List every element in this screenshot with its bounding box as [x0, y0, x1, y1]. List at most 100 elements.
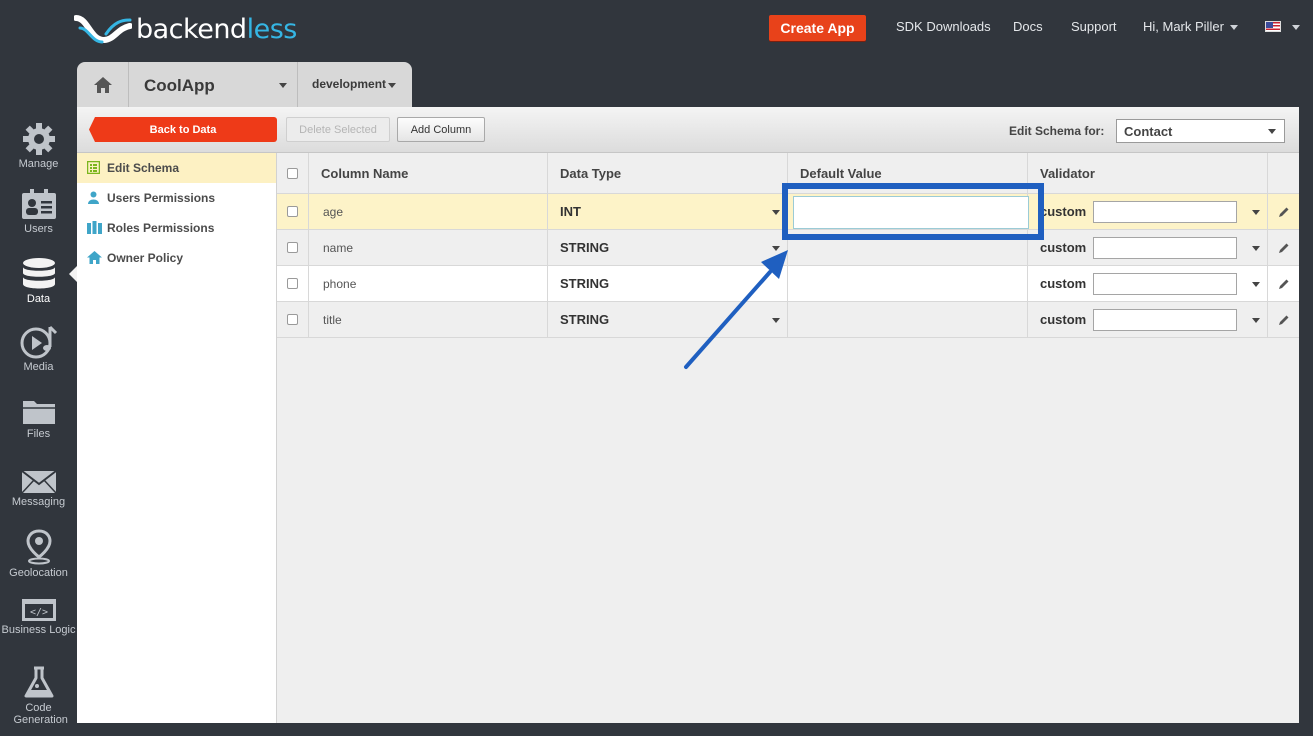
validator-input[interactable]	[1093, 201, 1237, 223]
validator-cell: custom	[1028, 194, 1268, 229]
rail-item-business-logic[interactable]: </> Business Logic	[0, 598, 77, 636]
table-row[interactable]: age INT custom	[277, 194, 1299, 230]
rail-item-messaging[interactable]: Messaging	[0, 470, 77, 508]
rail-label: Messaging	[11, 496, 66, 508]
tab-divider	[297, 62, 298, 107]
chevron-down-icon[interactable]	[1252, 282, 1260, 287]
pencil-icon[interactable]	[1278, 242, 1290, 254]
chevron-down-icon[interactable]	[1252, 318, 1260, 323]
data-type-value: STRING	[560, 240, 610, 255]
data-type-select[interactable]: STRING	[548, 266, 788, 301]
pencil-icon[interactable]	[1278, 278, 1290, 290]
folder-icon	[22, 401, 55, 424]
submenu-item-owner-policy[interactable]: Owner Policy	[77, 243, 276, 273]
select-all-checkbox[interactable]	[287, 167, 298, 179]
column-name-cell: age	[309, 194, 548, 229]
rail-item-geolocation[interactable]: Geolocation	[0, 529, 77, 579]
back-to-data-button[interactable]: Back to Data	[89, 117, 277, 142]
validator-type: custom	[1040, 240, 1087, 255]
row-checkbox[interactable]	[287, 314, 298, 325]
svg-text:</>: </>	[29, 607, 47, 618]
rail-item-users[interactable]: Users	[0, 189, 77, 235]
column-header-default[interactable]: Default Value	[788, 153, 1028, 193]
edit-schema-label: Edit Schema for:	[1009, 124, 1105, 138]
docs-link[interactable]: Docs	[1013, 19, 1043, 34]
table-row[interactable]: title STRING custom	[277, 302, 1299, 338]
row-checkbox[interactable]	[287, 206, 298, 217]
media-icon	[20, 325, 57, 359]
data-type-value: INT	[560, 204, 581, 219]
rail-item-data[interactable]: Data	[0, 257, 77, 305]
default-value-cell[interactable]	[788, 302, 1028, 337]
data-type-select[interactable]: STRING	[548, 302, 788, 337]
submenu-label: Users Permissions	[107, 191, 216, 205]
support-link[interactable]: Support	[1071, 19, 1117, 34]
delete-selected-button[interactable]: Delete Selected	[286, 117, 390, 142]
table-row[interactable]: phone STRING custom	[277, 266, 1299, 302]
submenu-item-roles-permissions[interactable]: Roles Permissions	[77, 213, 276, 243]
environment-selector[interactable]: development	[312, 77, 397, 91]
backendless-logo[interactable]: backendless	[74, 12, 297, 46]
validator-cell: custom	[1028, 266, 1268, 301]
data-type-select[interactable]: INT	[548, 194, 788, 229]
rail-item-code-generation[interactable]: Code Generation	[0, 666, 77, 726]
validator-cell: custom	[1028, 230, 1268, 265]
rail-item-files[interactable]: Files	[0, 398, 77, 440]
chevron-down-icon[interactable]	[279, 83, 287, 88]
column-name-cell: name	[309, 230, 548, 265]
edit-cell	[1268, 266, 1299, 301]
rail-item-manage[interactable]: Manage	[0, 122, 77, 170]
chevron-down-icon[interactable]	[1252, 210, 1260, 215]
user-menu[interactable]: Hi, Mark Piller	[1143, 19, 1238, 34]
app-name[interactable]: CoolApp	[144, 76, 215, 96]
wave-logo-icon	[74, 15, 132, 44]
submenu-item-edit-schema[interactable]: Edit Schema	[77, 153, 276, 183]
validator-type: custom	[1040, 312, 1087, 327]
create-app-button[interactable]: Create App	[769, 15, 866, 41]
validator-input[interactable]	[1093, 309, 1237, 331]
submenu-item-users-permissions[interactable]: Users Permissions	[77, 183, 276, 213]
home-tab[interactable]	[77, 62, 129, 107]
data-type-select[interactable]: STRING	[548, 230, 788, 265]
rail-label: Geolocation	[9, 567, 68, 579]
row-check-cell	[277, 230, 309, 265]
chevron-down-icon	[772, 318, 780, 323]
active-indicator	[69, 266, 77, 282]
flag-icon[interactable]	[1265, 21, 1281, 32]
validator-input[interactable]	[1093, 273, 1237, 295]
pencil-icon[interactable]	[1278, 314, 1290, 326]
column-header-type[interactable]: Data Type	[548, 153, 788, 193]
default-value-cell[interactable]	[788, 230, 1028, 265]
actions-header	[1268, 153, 1299, 193]
chevron-down-icon[interactable]	[1252, 246, 1260, 251]
validator-input[interactable]	[1093, 237, 1237, 259]
data-type-value: STRING	[560, 312, 610, 327]
validator-cell: custom	[1028, 302, 1268, 337]
row-checkbox[interactable]	[287, 242, 298, 253]
gear-icon	[22, 123, 55, 155]
table-row[interactable]: name STRING custom	[277, 230, 1299, 266]
default-value-cell	[788, 194, 1029, 229]
rail-label: Manage	[18, 158, 59, 170]
table-header: Column Name Data Type Default Value Vali…	[277, 153, 1299, 194]
rail-label: Business Logic	[1, 624, 76, 636]
column-name-cell: phone	[309, 266, 548, 301]
data-type-value: STRING	[560, 276, 610, 291]
column-header-validator[interactable]: Validator	[1028, 153, 1268, 193]
default-value-input[interactable]	[793, 196, 1029, 229]
column-header-name[interactable]: Column Name	[309, 153, 548, 193]
pencil-icon[interactable]	[1278, 206, 1290, 218]
edit-cell	[1268, 302, 1299, 337]
default-value-cell[interactable]	[788, 266, 1028, 301]
code-icon: </>	[21, 599, 56, 621]
sdk-downloads-link[interactable]: SDK Downloads	[896, 19, 991, 34]
schema-table-select[interactable]: Contact	[1116, 119, 1285, 143]
validator-type: custom	[1040, 276, 1087, 291]
rail-label: Data	[26, 293, 51, 305]
rail-item-media[interactable]: Media	[0, 325, 77, 373]
chevron-down-icon[interactable]	[1292, 25, 1300, 30]
row-checkbox[interactable]	[287, 278, 298, 289]
house-icon	[87, 251, 102, 264]
top-bar: backendless Create App SDK Downloads Doc…	[0, 0, 1313, 56]
add-column-button[interactable]: Add Column	[397, 117, 485, 142]
